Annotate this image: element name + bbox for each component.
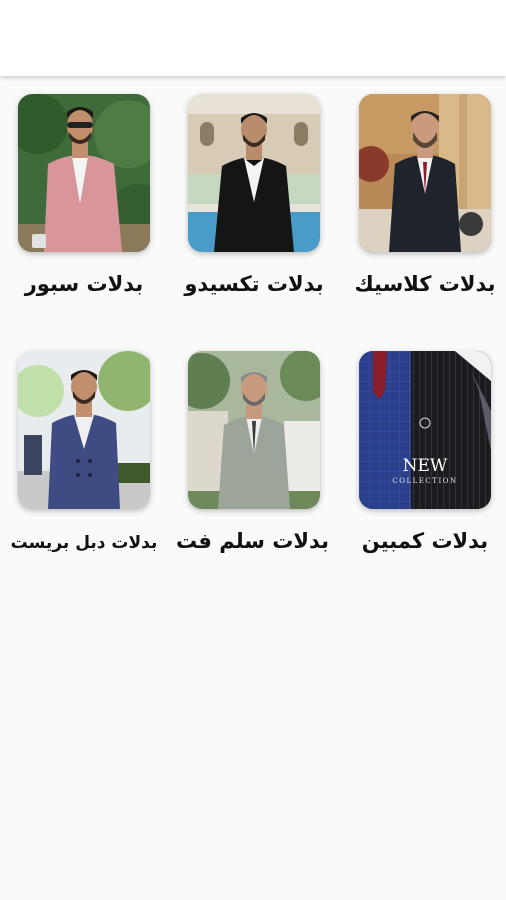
category-card-tuxedo[interactable]: بدلات تكسيدو: [179, 76, 329, 306]
category-label: بدلات سبور: [24, 272, 144, 296]
banner-subtitle: COLLECTION: [392, 477, 457, 485]
category-label: بدلات كلاسيك: [354, 272, 496, 296]
category-image-combine: NEW COLLECTION: [359, 351, 491, 509]
category-image-casual: [18, 94, 150, 252]
category-card-double-breasted[interactable]: بدلات دبل بريست: [9, 333, 159, 563]
category-card-slim-fit[interactable]: بدلات سلم فت: [175, 333, 329, 563]
category-label: بدلات تكسيدو: [184, 272, 324, 296]
category-label: بدلات سلم فت: [175, 529, 329, 553]
category-image-double-breasted: [18, 351, 150, 509]
banner-title: NEW: [403, 456, 448, 476]
category-card-casual[interactable]: بدلات سبور: [9, 76, 159, 306]
category-grid: بدلات كلاسيك بدلات تكسيدو بدلات سبور NEW…: [0, 76, 506, 900]
category-label: بدلات كمبين: [361, 529, 489, 553]
category-image-tuxedo: [188, 94, 320, 252]
category-image-slim-fit: [188, 351, 320, 509]
category-card-combine[interactable]: NEW COLLECTION بدلات كمبين: [350, 333, 500, 563]
app-bar: [0, 0, 506, 76]
category-image-classic: [359, 94, 491, 252]
category-label: بدلات دبل بريست: [10, 533, 158, 553]
category-card-classic[interactable]: بدلات كلاسيك: [350, 76, 500, 306]
